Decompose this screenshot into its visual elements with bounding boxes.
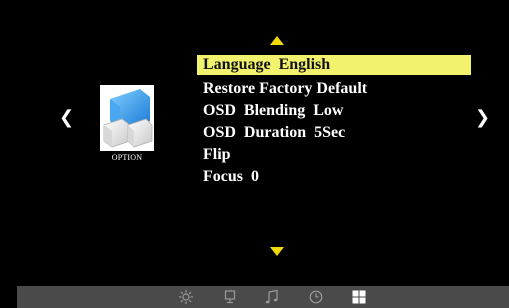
- scroll-down-arrow-icon[interactable]: [270, 247, 284, 256]
- clock-icon[interactable]: [308, 289, 324, 305]
- nav-right-icon[interactable]: ❯: [475, 108, 490, 128]
- option-grid-icon[interactable]: [351, 289, 367, 305]
- menu-item-osd-blending[interactable]: OSD Blending Low: [197, 100, 471, 122]
- music-icon[interactable]: [264, 289, 280, 305]
- menu-item-flip[interactable]: Flip: [197, 144, 471, 166]
- display-icon[interactable]: [222, 289, 238, 305]
- scroll-up-arrow-icon[interactable]: [270, 36, 284, 45]
- option-label: OPTION: [111, 153, 143, 162]
- option-blocks-icon: [100, 85, 154, 151]
- menu-item-osd-duration[interactable]: OSD Duration 5Sec: [197, 122, 471, 144]
- brightness-icon[interactable]: [178, 289, 194, 305]
- menu-item-language[interactable]: Language English: [197, 55, 471, 75]
- osd-screen: ❮ ❯ OPTION Language English Restore Fact…: [0, 0, 509, 308]
- nav-left-icon[interactable]: ❮: [59, 108, 74, 128]
- menu-item-restore-factory-default[interactable]: Restore Factory Default: [197, 78, 471, 100]
- osd-menu: Language English Restore Factory Default…: [197, 55, 471, 188]
- menu-item-focus[interactable]: Focus 0: [197, 166, 471, 188]
- bottom-tab-bar: [17, 286, 509, 308]
